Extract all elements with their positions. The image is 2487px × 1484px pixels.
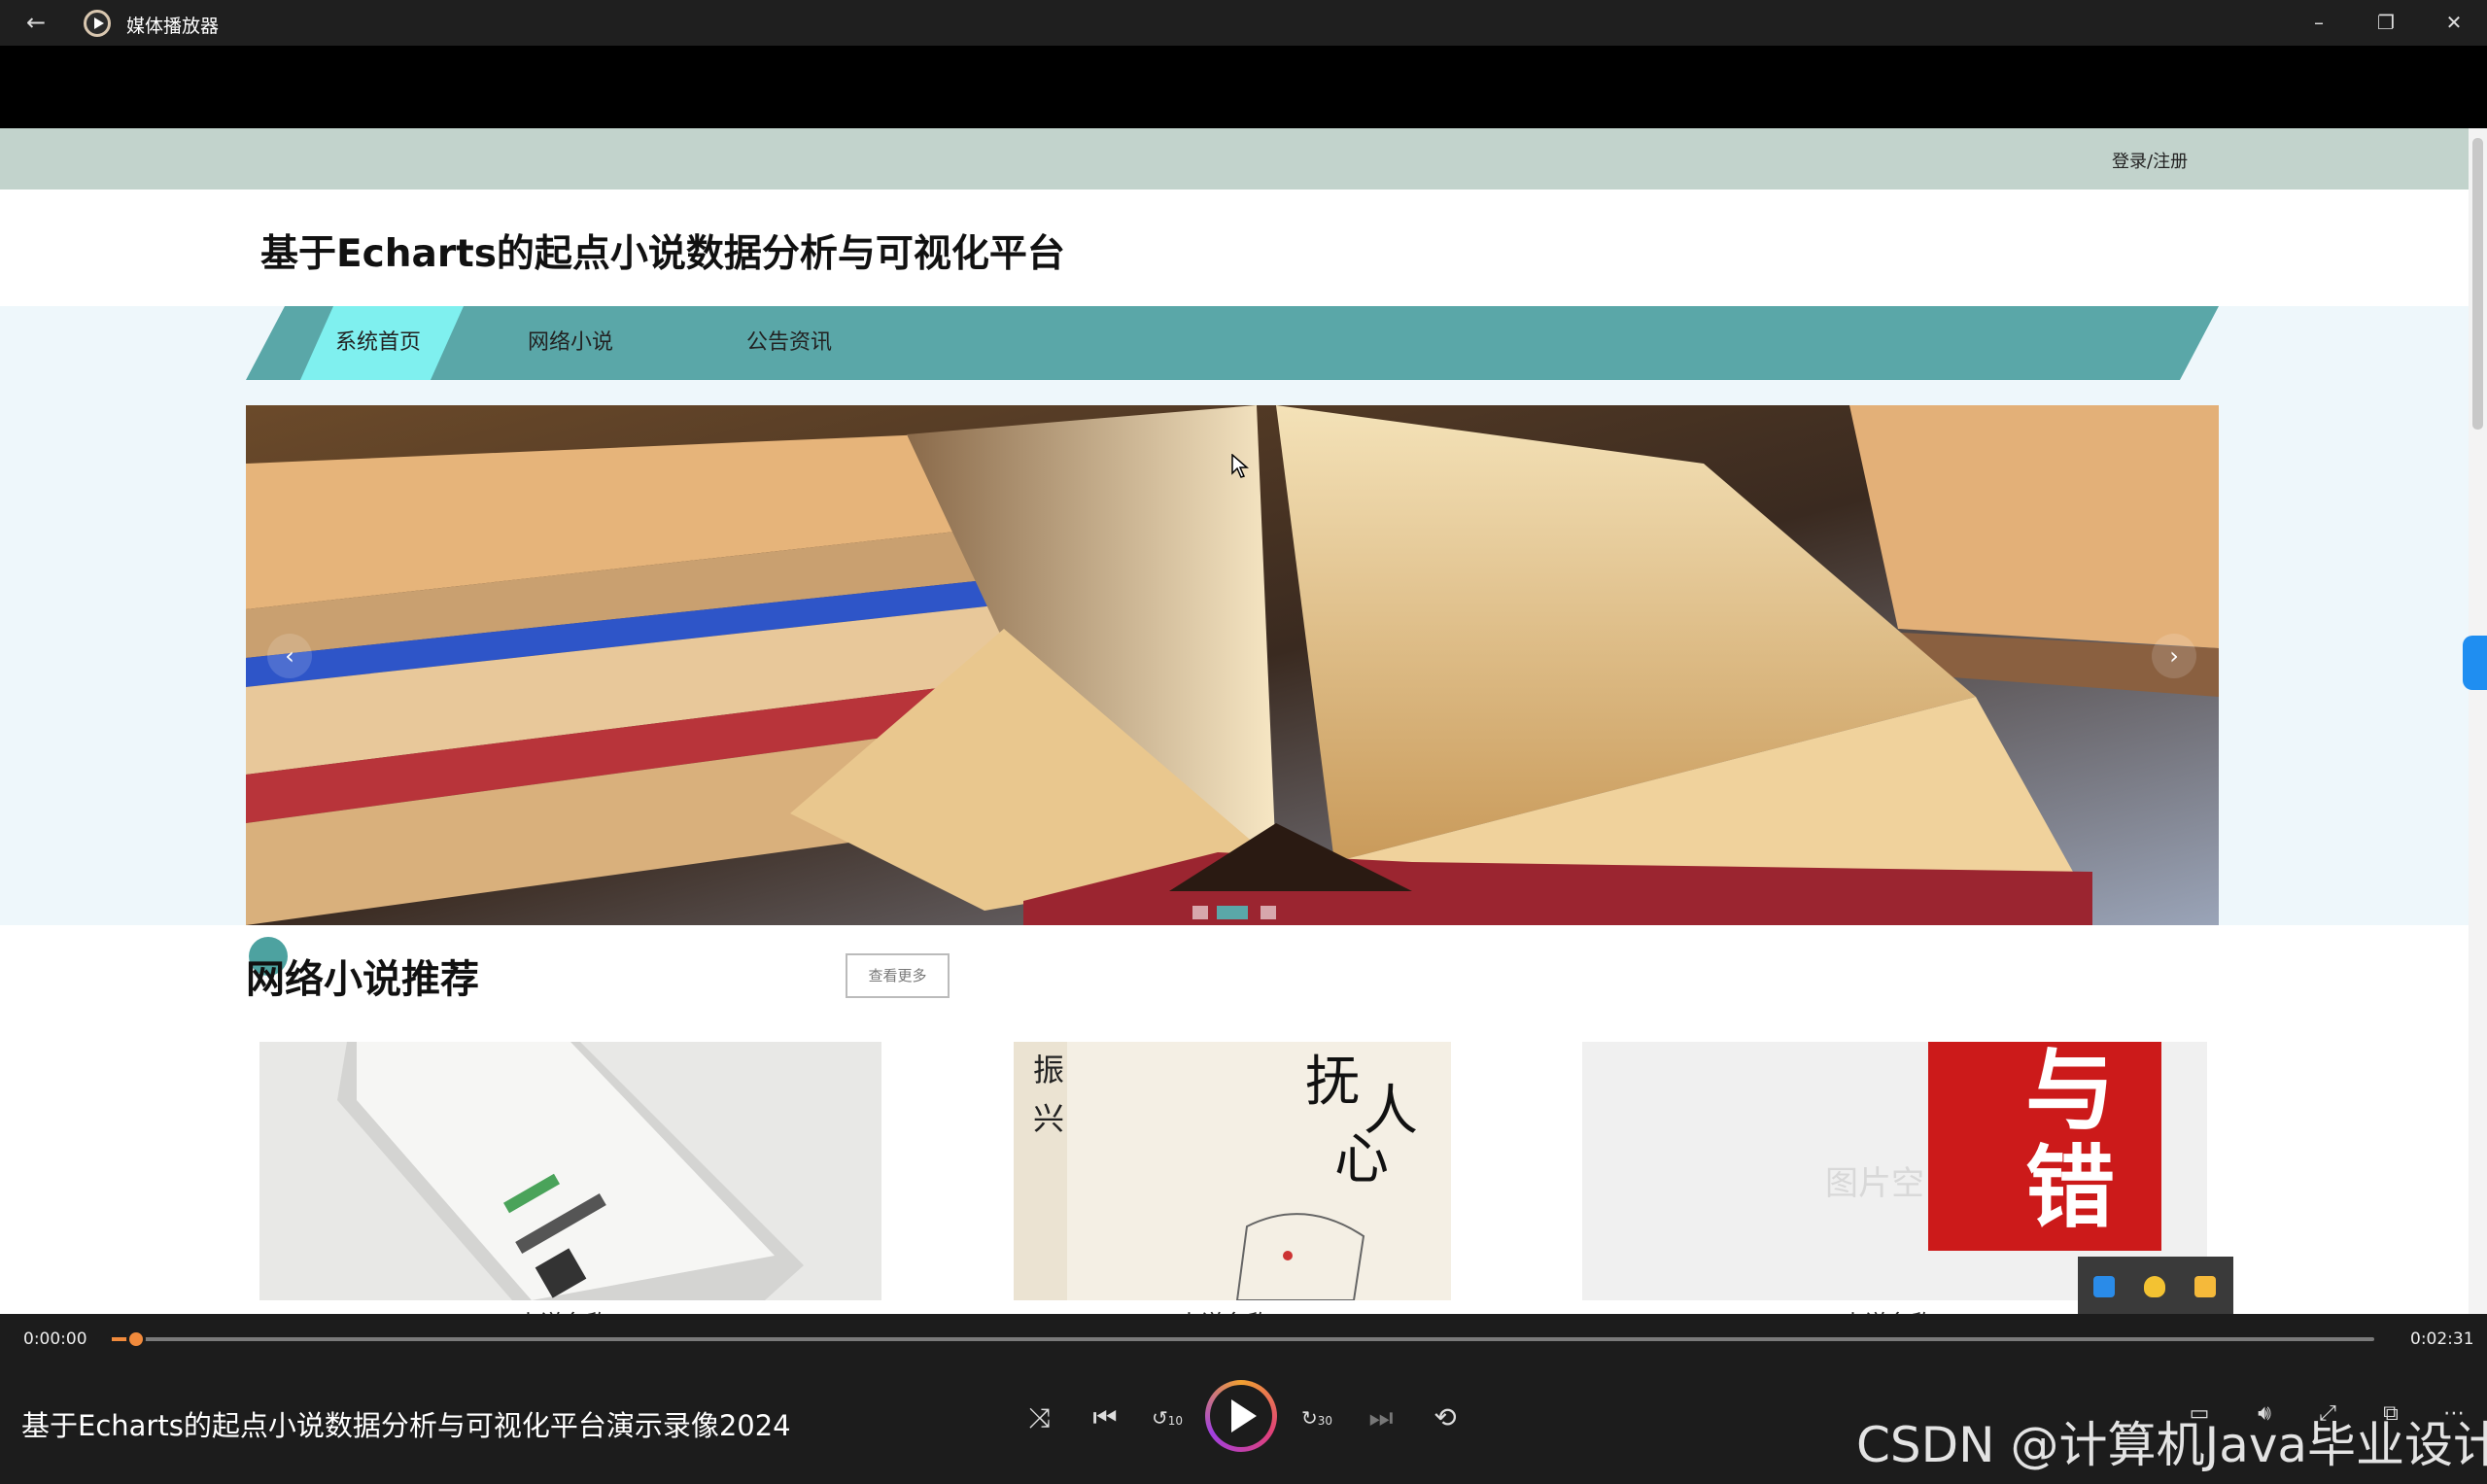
skip-forward-icon[interactable]: ↻30 bbox=[1293, 1394, 1341, 1442]
media-player-app-icon bbox=[84, 10, 111, 37]
tray-shield-icon[interactable] bbox=[2144, 1276, 2165, 1297]
view-more-button[interactable]: 查看更多 bbox=[846, 953, 950, 998]
nav-announcements[interactable]: 公告资讯 bbox=[746, 325, 832, 356]
minimize-icon[interactable]: – bbox=[2299, 6, 2338, 39]
svg-text:抚: 抚 bbox=[1305, 1051, 1360, 1114]
seek-thumb[interactable] bbox=[126, 1329, 146, 1349]
book-cover-red: 与 错 bbox=[1928, 1042, 2161, 1251]
book-cover-text: 与 错 bbox=[2025, 1042, 2116, 1240]
side-float-widget[interactable] bbox=[2463, 636, 2487, 690]
open-book-image bbox=[246, 405, 2219, 925]
tray-folder-icon[interactable] bbox=[2194, 1276, 2216, 1297]
skip-back-icon[interactable]: ↺10 bbox=[1143, 1394, 1192, 1442]
novel-card-image[interactable] bbox=[259, 1042, 881, 1300]
repeat-off-icon[interactable]: ⟲ bbox=[1421, 1394, 1469, 1442]
banner-dot-3[interactable] bbox=[1261, 906, 1276, 919]
banner-dot-2[interactable] bbox=[1217, 906, 1248, 919]
svg-text:心: 心 bbox=[1334, 1128, 1389, 1191]
mouse-cursor-icon bbox=[1231, 454, 1249, 478]
restore-icon[interactable]: ❐ bbox=[2366, 6, 2405, 39]
close-icon[interactable]: ✕ bbox=[2435, 6, 2473, 39]
back-arrow-icon[interactable]: ← bbox=[21, 8, 51, 37]
window-title: 媒体播放器 bbox=[126, 16, 220, 37]
banner-prev-icon[interactable]: ‹ bbox=[267, 634, 312, 678]
next-icon[interactable]: ⏭ bbox=[1357, 1394, 1405, 1442]
section-title: 网络小说推荐 bbox=[246, 957, 479, 1002]
total-time: 0:02:31 bbox=[2410, 1329, 2474, 1349]
banner-carousel[interactable] bbox=[246, 405, 2219, 925]
nav-novels[interactable]: 网络小说 bbox=[528, 325, 613, 356]
csdn-watermark: CSDN @计算机Java毕业设计 bbox=[1856, 1417, 2487, 1473]
play-button[interactable] bbox=[1205, 1380, 1277, 1452]
novel-card-title[interactable]: 小说名称7 bbox=[920, 1304, 1542, 1314]
banner-next-icon[interactable]: › bbox=[2152, 634, 2196, 678]
recorded-webpage: 登录/注册 基于Echarts的起点小说数据分析与可视化平台 系统首页 网络小说… bbox=[0, 128, 2487, 1314]
banner-dot-1[interactable] bbox=[1192, 906, 1208, 919]
top-strip bbox=[0, 128, 2469, 190]
player-controls: 0:00:00 0:02:31 基于Echarts的起点小说数据分析与可视化平台… bbox=[0, 1314, 2487, 1484]
skip-back-seconds: 10 bbox=[1167, 1414, 1184, 1428]
svg-text:兴: 兴 bbox=[1033, 1100, 1064, 1137]
play-icon bbox=[1231, 1399, 1257, 1432]
page-scrollbar-thumb[interactable] bbox=[2472, 138, 2483, 430]
video-viewport[interactable]: 登录/注册 基于Echarts的起点小说数据分析与可视化平台 系统首页 网络小说… bbox=[0, 46, 2487, 1314]
tray-app-icon[interactable] bbox=[2093, 1276, 2115, 1297]
nav-home[interactable]: 系统首页 bbox=[335, 325, 421, 356]
shuffle-icon[interactable]: ⤨ bbox=[1016, 1394, 1064, 1442]
previous-icon[interactable]: ⏮ bbox=[1081, 1394, 1129, 1442]
login-register-link[interactable]: 登录/注册 bbox=[2112, 148, 2188, 173]
novel-card-title[interactable]: 小说名称8 bbox=[259, 1304, 881, 1314]
seek-bar[interactable] bbox=[112, 1337, 2374, 1341]
novel-card-image[interactable]: 振 兴 抚 人 心 bbox=[1014, 1042, 1451, 1300]
window-titlebar: ← 媒体播放器 – ❐ ✕ bbox=[0, 0, 2487, 46]
svg-text:振: 振 bbox=[1033, 1052, 1064, 1088]
skip-forward-seconds: 30 bbox=[1317, 1414, 1333, 1428]
image-placeholder-text: 图片空 bbox=[1825, 1164, 1924, 1203]
video-name: 基于Echarts的起点小说数据分析与可视化平台演示录像2024 bbox=[21, 1409, 791, 1442]
site-title: 基于Echarts的起点小说数据分析与可视化平台 bbox=[260, 232, 1065, 276]
current-time: 0:00:00 bbox=[23, 1329, 87, 1349]
